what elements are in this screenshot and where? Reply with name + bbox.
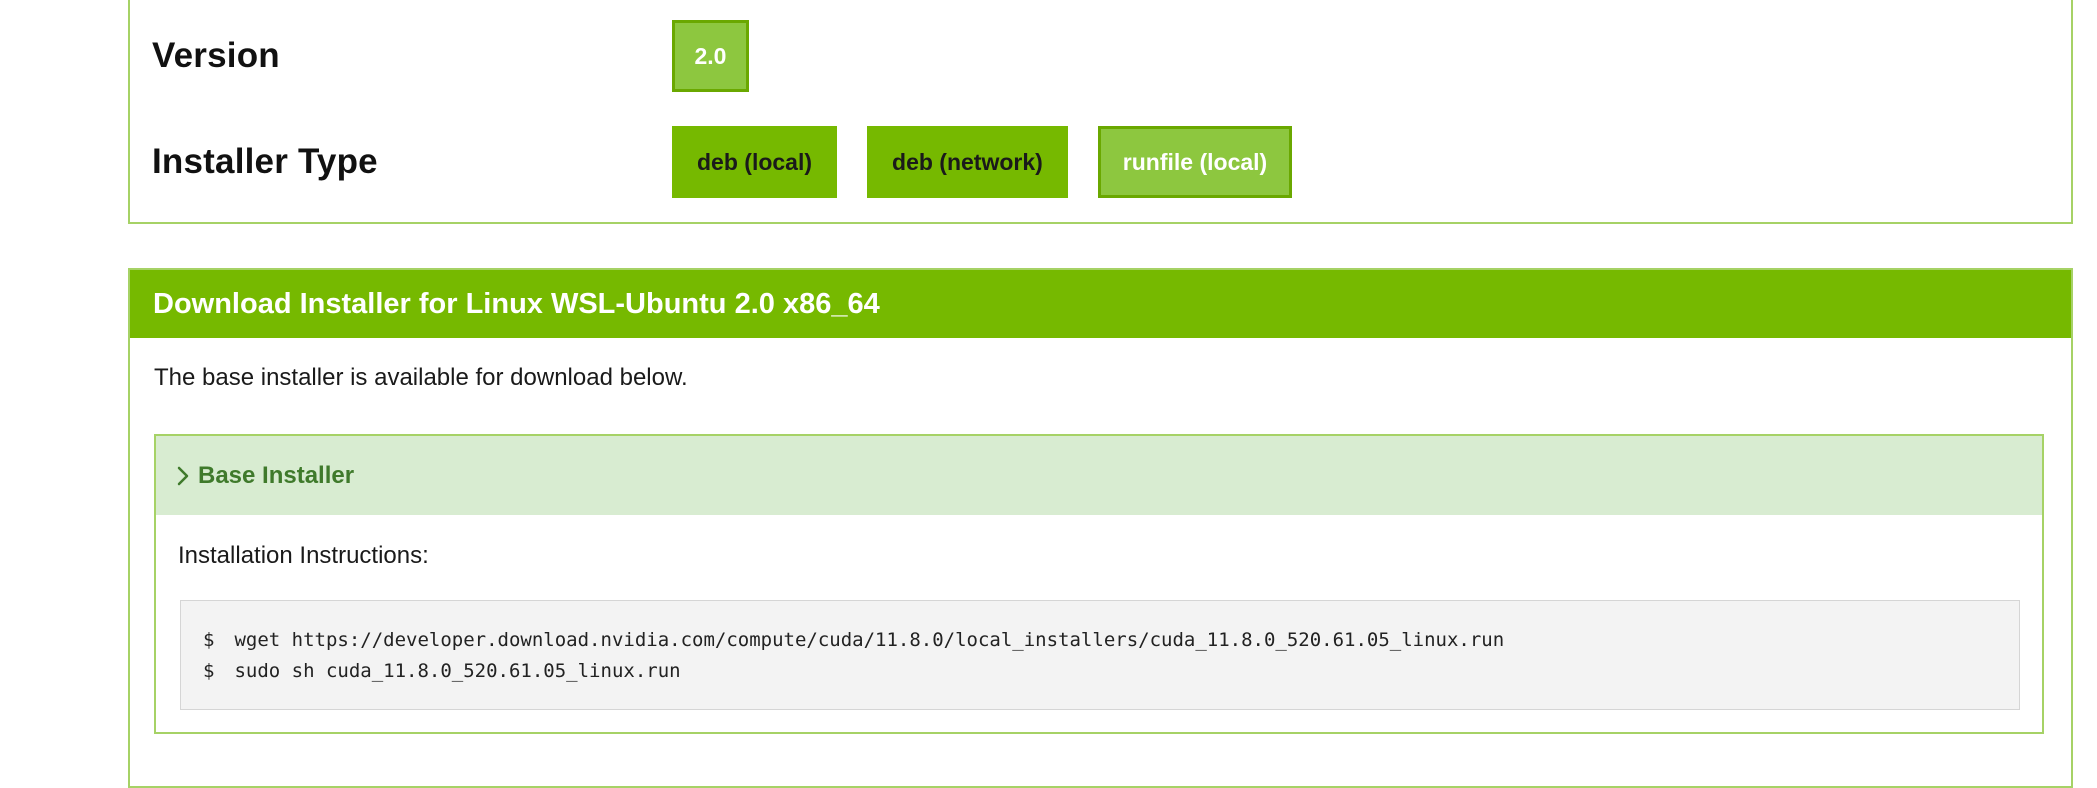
installer-option-deb-local[interactable]: deb (local) [672, 126, 838, 198]
command-line: $ sudo sh cuda_11.8.0_520.61.05_linux.run [203, 656, 1997, 687]
download-panel: Download Installer for Linux WSL-Ubuntu … [128, 268, 2073, 788]
command-text: wget https://developer.download.nvidia.c… [234, 629, 1505, 651]
download-note: The base installer is available for down… [154, 364, 688, 391]
base-installer-section: Base Installer Installation Instructions… [154, 434, 2044, 734]
installation-instructions-label: Installation Instructions: [178, 542, 429, 569]
download-header: Download Installer for Linux WSL-Ubuntu … [130, 270, 2071, 338]
version-row: Version 2.0 [152, 16, 2071, 96]
installer-type-label: Installer Type [152, 142, 378, 181]
command-text: sudo sh cuda_11.8.0_520.61.05_linux.run [234, 660, 681, 682]
installer-type-row: Installer Type deb (local) deb (network)… [152, 120, 2071, 204]
base-installer-title: Base Installer [198, 461, 355, 489]
prompt-symbol: $ [203, 660, 215, 682]
installer-option-deb-network[interactable]: deb (network) [867, 126, 1068, 198]
version-option-2-0[interactable]: 2.0 [672, 20, 749, 92]
selection-panel: Version 2.0 Installer Type deb (local) d… [128, 0, 2073, 224]
version-label: Version [152, 36, 280, 75]
installer-option-runfile-local[interactable]: runfile (local) [1097, 126, 1293, 198]
base-installer-toggle[interactable]: Base Installer [156, 436, 2042, 515]
command-line: $ wget https://developer.download.nvidia.… [203, 625, 1997, 656]
prompt-symbol: $ [203, 629, 215, 651]
command-code-block[interactable]: $ wget https://developer.download.nvidia.… [180, 600, 2020, 710]
chevron-right-icon [176, 465, 192, 487]
